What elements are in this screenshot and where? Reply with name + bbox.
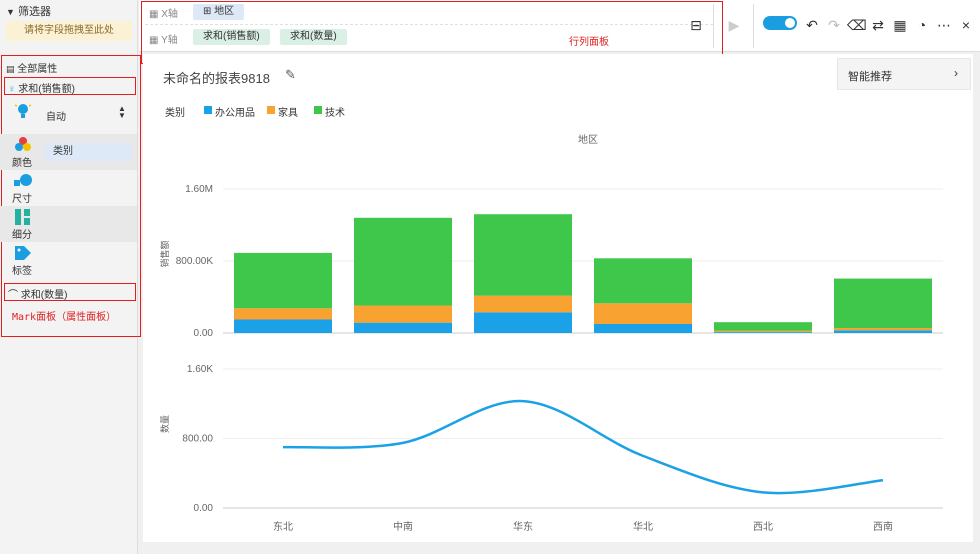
color-icon [15, 137, 31, 151]
y-tick-label: 800.00 [182, 434, 213, 445]
y-tick-label: 1.60K [187, 364, 213, 375]
redo-icon[interactable]: ↷ [825, 16, 843, 34]
measure2-tab[interactable]: ⌒ 求和(数量) [8, 286, 67, 301]
prop-size[interactable]: 尺寸 [0, 170, 137, 206]
color-label: 颜色 [12, 158, 32, 169]
measure1-tab[interactable]: ♀ 求和(销售额) [8, 80, 75, 95]
mark-panel: ▼ 筛选器 请将字段拖拽至此处 ▤ 全部属性 ♀ 求和(销售额) 自动 ▲ ▼ 颜… [0, 0, 141, 554]
auto-select-value[interactable]: 自动 [46, 108, 66, 123]
filter-drop-zone[interactable]: 请将字段拖拽至此处 [6, 21, 132, 41]
undo-icon[interactable]: ↶ [803, 16, 821, 34]
swap-icon[interactable]: ⇄ [869, 16, 887, 34]
x-tick-label: 西北 [753, 521, 773, 533]
bar-segment [354, 322, 452, 333]
table-icon[interactable]: ▦ [891, 16, 909, 34]
report-canvas: 未命名的报表9818 ✎ 智能推荐 › 类别 办公用品 家具 技术 地区 0.00… [143, 54, 973, 542]
row-column-panel: ▦ X轴 ⊞ 地区 ▦ Y轴 求和(销售额) 求和(数量) 行列面板 ⊟ ▶ ↶… [139, 0, 980, 64]
bar-segment [594, 324, 692, 333]
bar-segment [714, 332, 812, 333]
tag-icon [15, 246, 31, 260]
bar-segment [714, 330, 812, 333]
select-arrows-icon[interactable]: ▲ ▼ [118, 105, 126, 120]
chart-icon: ▤ [6, 64, 15, 74]
y-tick-label: 800.00K [176, 256, 214, 267]
bar-segment [234, 308, 332, 320]
close-icon[interactable]: × [957, 16, 975, 34]
filter-section-title: ▼ 筛选器 [6, 6, 51, 18]
segment-icon [15, 209, 30, 225]
bar-segment [594, 258, 692, 304]
run-icon[interactable]: ▶ [725, 16, 743, 34]
dimension-icon: ⊞ [203, 6, 212, 17]
toggle-knob [785, 18, 795, 28]
bar-segment [474, 295, 572, 313]
x-tick-label: 东北 [273, 520, 293, 533]
grid-icon: ▦ [149, 35, 159, 46]
bar-segment [354, 217, 452, 306]
x-tick-label: 华北 [633, 520, 653, 533]
quantity-line [282, 399, 884, 495]
bar-segment [234, 319, 332, 333]
all-properties-title[interactable]: ▤ 全部属性 [6, 60, 57, 75]
x-tick-label: 华东 [513, 520, 533, 533]
y-tick-label: 0.00 [194, 328, 214, 339]
prop-auto[interactable]: 自动 ▲ ▼ [0, 100, 137, 136]
prop-segment[interactable]: 细分 [0, 206, 137, 242]
bar-segment [354, 305, 452, 323]
row-column-annotation: 行列面板 [569, 37, 609, 48]
toolbar-divider [753, 4, 754, 48]
chart-title: 地区 [578, 133, 598, 146]
y-tick-label: 0.00 [194, 503, 214, 514]
y-axis-shelf-label: ▦ Y轴 [149, 35, 178, 46]
size-icon [14, 174, 32, 186]
y-tick-label: 1.60M [185, 184, 213, 195]
bar-segment [714, 322, 812, 331]
chart-type-icon[interactable]: ◔ [913, 16, 931, 34]
toolbar-divider [713, 4, 714, 48]
y-axis-label: 数量 [159, 415, 170, 433]
bar-segment [474, 214, 572, 296]
bar-segment [834, 278, 932, 329]
y-axis-label: 销售额 [159, 240, 170, 267]
lightbulb-icon [14, 104, 32, 118]
grid-icon: ▦ [149, 9, 159, 20]
shelf-divider [145, 24, 713, 25]
filter-icon: ▼ [6, 7, 15, 17]
size-label: 尺寸 [12, 194, 32, 205]
mark-panel-annotation: Mark面板（属性面板） [12, 312, 117, 323]
prop-color[interactable]: 颜色 类别 [0, 134, 137, 170]
eraser-icon[interactable]: ⌫ [847, 16, 867, 34]
x-axis-shelf-label: ▦ X轴 [149, 9, 178, 20]
segment-label: 细分 [12, 230, 32, 241]
y-field-quantity[interactable]: 求和(数量) [280, 29, 347, 45]
x-field-region[interactable]: ⊞ 地区 [193, 4, 245, 20]
color-field-pill[interactable]: 类别 [45, 143, 131, 161]
bar-segment [594, 303, 692, 324]
bar-segment [234, 252, 332, 309]
bar-segment [474, 312, 572, 333]
save-icon[interactable]: ⊟ [687, 16, 705, 34]
tag-label: 标签 [12, 266, 32, 277]
line-chart-icon: ⌒ [8, 290, 18, 301]
x-tick-label: 中南 [393, 520, 413, 533]
more-icon[interactable]: ⋯ [935, 16, 953, 34]
prop-tag[interactable]: 标签 [0, 242, 137, 278]
bar-segment [834, 330, 932, 333]
y-field-sales[interactable]: 求和(销售额) [193, 29, 270, 45]
bar-segment [834, 328, 932, 331]
combined-chart[interactable]: 地区 0.00 800.00K 1.60M 销售额 0.00 800.00 1.60K 数量东北… [143, 54, 973, 542]
bulb-icon: ♀ [8, 84, 16, 95]
toggle-switch[interactable] [763, 16, 797, 30]
x-tick-label: 西南 [873, 520, 893, 533]
